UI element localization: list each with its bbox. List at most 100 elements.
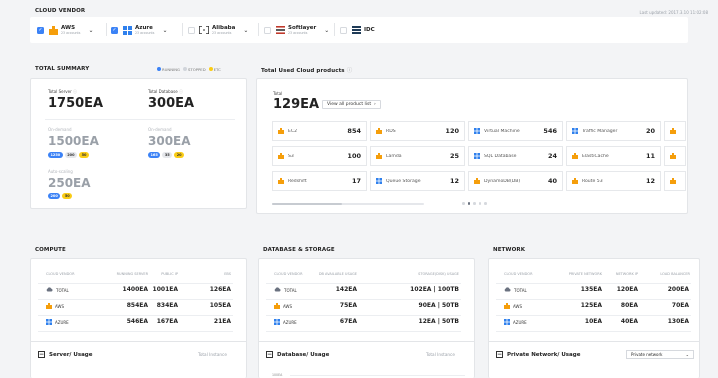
vendor-label: AZURE [513,320,527,325]
ondemand-server-pills: 1250 200 50 [48,152,89,158]
table-cell-value: 21EA [213,318,231,325]
product-count: 11 [645,152,655,160]
column-header: DB AVAILABLE USAGE [318,272,357,276]
vendor-label: AZURE [55,320,69,325]
page-dot[interactable] [478,202,481,205]
table-row-vendor: TOTAL [274,287,297,293]
chevron-down-icon[interactable]: ⌄ [243,27,248,34]
divider [488,341,700,342]
network-usage-toggle[interactable]: − Private Network/ Usage [496,351,580,358]
product-item[interactable]: Redshift 17 [272,171,367,191]
vendor-azure[interactable]: ✓ Azure 23 accounts ⌄ [111,19,167,41]
column-header: STORAGE(DISK) USAGE [418,272,459,276]
idc-icon [351,25,361,35]
azure-icon [572,128,578,134]
autoscaling-label: Auto-scaling [48,169,73,174]
database-usage-toggle[interactable]: − Database/ Usage [266,351,329,358]
page-dot-active[interactable] [467,202,470,205]
collapse-icon[interactable]: − [38,351,45,358]
product-item[interactable]: SQL Database 24 [468,146,563,166]
product-count: 25 [449,152,459,160]
column-header: EBS [224,272,231,276]
pill-running: 1250 [48,152,63,158]
product-item[interactable]: Route 53 12 [566,171,661,191]
total-database-label: Total Database ⓘ [148,89,183,95]
product-item[interactable]: Lamda 25 [370,146,465,166]
autoscaling-pills: 200 50 [48,193,73,199]
network-type-select[interactable]: Private network ⌄ [626,350,694,359]
total-database-value: 300EA [148,96,195,111]
chevron-down-icon[interactable]: ⌄ [88,27,93,34]
product-item[interactable]: EC2 854 [272,121,367,141]
product-item[interactable]: RDS 120 [370,121,465,141]
checkbox-empty-icon[interactable] [264,26,271,34]
divider [45,119,235,120]
vendor-idc[interactable]: IDC [340,19,375,41]
collapse-icon[interactable]: − [266,351,273,358]
vendor-label: AWS [513,304,523,309]
table-row-vendor: AWS [46,303,64,310]
product-name: Lamda [386,153,402,159]
product-count: 20 [645,127,655,135]
pill-etc: 20 [174,152,185,158]
view-all-label: View all product list [327,102,372,107]
total-server-value: 1750EA [48,96,104,111]
vendor-sub: 23 accounts [288,31,308,35]
product-item[interactable]: DynamoDB(DB) 40 [468,171,563,191]
table-row-vendor: TOTAL [46,287,69,293]
divider [106,23,107,36]
chevron-down-icon[interactable]: ⌄ [324,27,329,34]
azure-icon [376,178,382,184]
product-name: Virtual Machine [484,128,520,134]
page-dot[interactable] [484,202,487,205]
product-item-partial[interactable] [664,121,686,141]
info-icon[interactable]: ⓘ [179,89,183,94]
vendor-softlayer[interactable]: Softlayer 23 accounts ⌄ [264,19,329,41]
vendor-alibaba[interactable]: Alibaba 23 accounts ⌄ [188,19,248,41]
column-header: CLOUD VENDOR [274,272,303,276]
product-name: Queue Storage [386,178,421,184]
table-cell-value: 90EA | 50TB [418,302,459,309]
page-dot[interactable] [462,202,465,205]
database-title: DATABASE & STORAGE [263,247,335,253]
summary-title: TOTAL SUMMARY [35,66,90,72]
azure-icon [504,319,510,326]
checkbox-empty-icon[interactable] [340,26,347,34]
divider [258,341,475,342]
info-icon[interactable]: ⓘ [73,89,77,94]
server-usage-toggle[interactable]: − Server/ Usage [38,351,92,358]
aws-icon [46,303,52,310]
product-item[interactable]: S3 100 [272,146,367,166]
autoscaling-value: 250EA [48,176,91,190]
view-all-products-button[interactable]: View all product list › [322,100,381,109]
aws-icon [670,178,676,184]
status-legend: RUNNING STOPPED ETC [157,67,221,72]
product-name: ElastiCache [582,153,609,159]
product-count: 100 [347,152,361,160]
checkbox-empty-icon[interactable] [188,26,195,34]
aws-icon [474,178,480,184]
product-item[interactable]: ElastiCache 11 [566,146,661,166]
product-item-partial[interactable] [664,171,686,191]
table-row-vendor: TOTAL [504,287,527,293]
chevron-down-icon[interactable]: ⌄ [162,27,167,34]
chart-gridline [290,375,465,376]
checkbox-checked-icon[interactable]: ✓ [37,26,44,34]
aws-icon [278,178,284,184]
page-dot[interactable] [473,202,476,205]
table-cell-value: 546EA [126,318,148,325]
vendor-name: IDC [364,27,375,33]
checkbox-checked-icon[interactable]: ✓ [111,26,118,34]
vendor-aws[interactable]: ✓ AWS 23 accounts ⌄ [37,19,93,41]
product-name: Redshift [288,178,307,184]
row-divider [496,299,691,300]
product-item[interactable]: Virtual Machine 546 [468,121,563,141]
product-item[interactable]: Queue Storage 12 [370,171,465,191]
legend-stopped: STOPPED [188,67,206,72]
products-scroll-thumb[interactable] [272,203,342,205]
product-item-partial[interactable] [664,146,686,166]
info-icon[interactable]: ⓘ [347,68,353,74]
product-item[interactable]: Traffic Manager 20 [566,121,661,141]
collapse-icon[interactable]: − [496,351,503,358]
legend-running: RUNNING [162,67,180,72]
